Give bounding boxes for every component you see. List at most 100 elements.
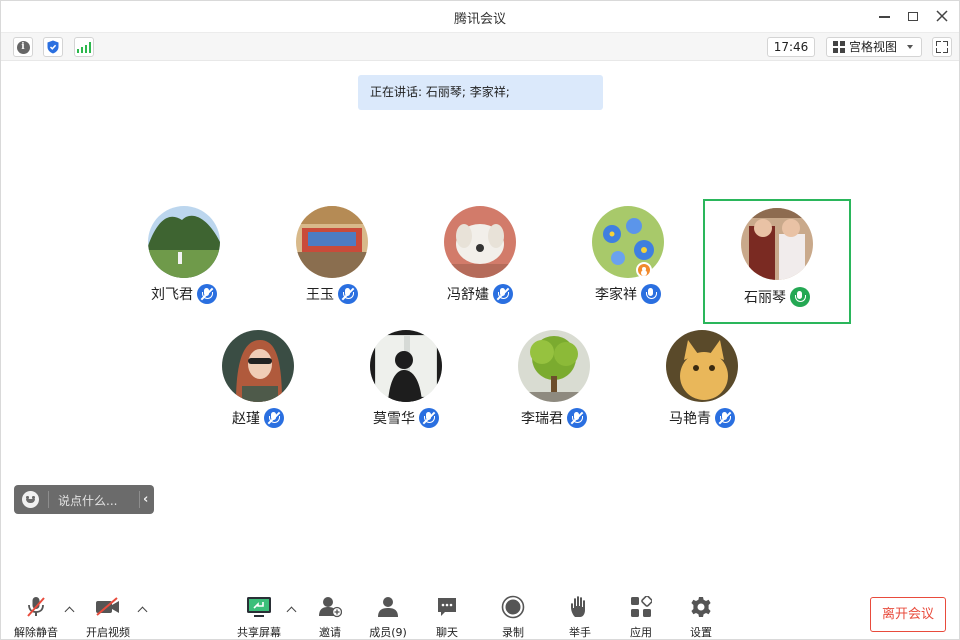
- hand-icon: [555, 595, 605, 619]
- chat-input-placeholder[interactable]: 说点什么...: [58, 492, 117, 509]
- start-video-button[interactable]: 开启视频: [83, 595, 133, 639]
- chevron-left-icon[interactable]: ‹: [143, 492, 148, 507]
- chat-icon: [422, 595, 472, 619]
- meeting-clock: 17:46: [767, 37, 815, 57]
- participant-tile-active[interactable]: 石丽琴: [703, 199, 851, 324]
- emoji-icon[interactable]: [22, 491, 39, 508]
- mic-muted-icon[interactable]: [197, 284, 217, 304]
- participant-tile[interactable]: 冯舒嫿: [415, 200, 545, 310]
- mic-muted-icon[interactable]: [338, 284, 358, 304]
- mountain-avatar: [148, 206, 220, 278]
- chevron-up-icon[interactable]: [137, 605, 149, 617]
- participant-tile[interactable]: 莫雪华: [341, 324, 471, 434]
- settings-label: 设置: [690, 626, 712, 639]
- participant-name: 李瑞君: [521, 411, 563, 427]
- chat-input-bar[interactable]: 说点什么... ‹: [14, 485, 154, 514]
- apps-button[interactable]: 应用: [616, 595, 666, 639]
- participant-name: 石丽琴: [744, 290, 786, 306]
- participant-name-row: 刘飞君: [119, 284, 249, 304]
- cat-avatar: [666, 330, 738, 402]
- participant-tile[interactable]: 赵瑾: [193, 324, 323, 434]
- fullscreen-icon[interactable]: [932, 37, 952, 57]
- participant-name-row: 冯舒嫿: [415, 284, 545, 304]
- mic-on-icon[interactable]: [641, 284, 661, 304]
- chat-label: 聊天: [436, 626, 458, 639]
- apps-label: 应用: [630, 626, 652, 639]
- meeting-window: 腾讯会议 i 17:46 宫格视图 正在讲话: 石丽琴; 李家祥; 刘飞君 王玉…: [0, 0, 960, 640]
- window-title: 腾讯会议: [453, 12, 506, 27]
- participant-name: 莫雪华: [373, 411, 415, 427]
- maximize-icon[interactable]: [902, 6, 924, 26]
- participant-name-row: 石丽琴: [705, 287, 849, 307]
- chevron-up-icon[interactable]: [64, 605, 76, 617]
- record-icon: [488, 595, 538, 619]
- members-button[interactable]: 成员(9): [363, 595, 413, 639]
- share-screen-button[interactable]: 共享屏幕: [234, 595, 284, 639]
- participant-tile[interactable]: 马艳青: [637, 324, 767, 434]
- participant-name: 冯舒嫿: [447, 287, 489, 303]
- view-mode-dropdown[interactable]: 宫格视图: [826, 37, 922, 57]
- classroom-avatar: [296, 206, 368, 278]
- members-icon: [363, 595, 413, 619]
- divider: [139, 491, 140, 508]
- camera-off-icon: [83, 595, 133, 619]
- chat-button[interactable]: 聊天: [422, 595, 472, 639]
- mic-muted-icon[interactable]: [419, 408, 439, 428]
- invite-button[interactable]: 邀请: [305, 595, 355, 639]
- close-icon[interactable]: [931, 6, 953, 26]
- gear-icon: [676, 595, 726, 619]
- dog-avatar: [444, 206, 516, 278]
- title-bar: 腾讯会议: [1, 1, 959, 32]
- raise-hand-label: 举手: [569, 626, 591, 639]
- participant-tile[interactable]: 李家祥: [563, 200, 693, 310]
- host-badge-icon: [636, 262, 652, 278]
- participant-name: 马艳青: [669, 411, 711, 427]
- tree-avatar: [518, 330, 590, 402]
- divider: [48, 491, 49, 508]
- bottom-toolbar: 解除静音 开启视频 共享屏幕 邀请 成员(9) 聊天 录制 举手 应用 设置: [1, 591, 959, 639]
- view-mode-label: 宫格视图: [849, 40, 898, 54]
- mic-speaking-icon[interactable]: [790, 287, 810, 307]
- add-user-icon: [305, 595, 355, 619]
- kids-avatar: [741, 208, 813, 280]
- woman-avatar: [222, 330, 294, 402]
- leave-meeting-button[interactable]: 离开会议: [870, 597, 946, 632]
- participant-tile[interactable]: 王玉: [267, 200, 397, 310]
- speaking-banner: 正在讲话: 石丽琴; 李家祥;: [358, 75, 603, 110]
- raise-hand-button[interactable]: 举手: [555, 595, 605, 639]
- grid-view-icon: [833, 41, 845, 53]
- share-label: 共享屏幕: [237, 626, 281, 639]
- signal-icon[interactable]: [74, 37, 94, 57]
- settings-button[interactable]: 设置: [676, 595, 726, 639]
- record-label: 录制: [502, 626, 524, 639]
- mic-muted-icon[interactable]: [567, 408, 587, 428]
- participant-name-row: 莫雪华: [341, 408, 471, 428]
- participant-tile[interactable]: 李瑞君: [489, 324, 619, 434]
- participant-name-row: 李家祥: [563, 284, 693, 304]
- chevron-up-icon[interactable]: [286, 605, 298, 617]
- share-screen-icon: [234, 595, 284, 619]
- record-button[interactable]: 录制: [488, 595, 538, 639]
- silhouette-avatar: [370, 330, 442, 402]
- participant-tile[interactable]: 刘飞君: [119, 200, 249, 310]
- info-icon[interactable]: i: [13, 37, 33, 57]
- participant-name-row: 李瑞君: [489, 408, 619, 428]
- unmute-label: 解除静音: [14, 626, 58, 639]
- video-label: 开启视频: [86, 626, 130, 639]
- chevron-down-icon: [907, 45, 914, 49]
- participant-name: 赵瑾: [232, 411, 260, 427]
- mic-muted-icon[interactable]: [264, 408, 284, 428]
- members-label: 成员(9): [369, 626, 407, 639]
- mic-muted-icon[interactable]: [493, 284, 513, 304]
- participant-name: 刘飞君: [151, 287, 193, 303]
- participant-name-row: 马艳青: [637, 408, 767, 428]
- info-bar: i 17:46 宫格视图: [1, 32, 959, 61]
- minimize-icon[interactable]: [873, 6, 895, 26]
- unmute-button[interactable]: 解除静音: [11, 595, 61, 639]
- mic-muted-icon[interactable]: [715, 408, 735, 428]
- flower-avatar: [592, 206, 664, 278]
- mic-muted-icon: [11, 595, 61, 619]
- participant-name: 李家祥: [595, 287, 637, 303]
- shield-icon[interactable]: [43, 37, 63, 57]
- invite-label: 邀请: [319, 626, 341, 639]
